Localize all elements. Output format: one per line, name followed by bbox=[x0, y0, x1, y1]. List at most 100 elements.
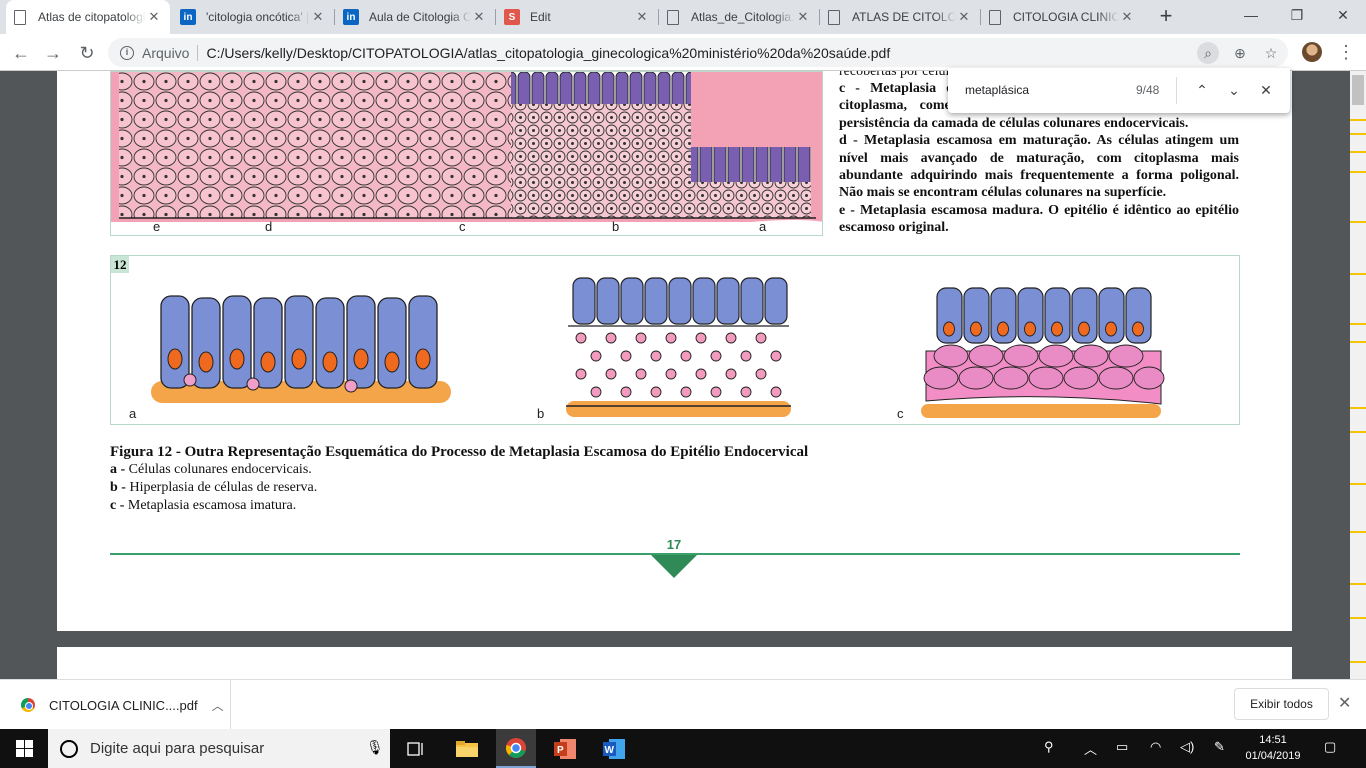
panel-label-b: b bbox=[537, 406, 545, 421]
top-label-e: e bbox=[153, 219, 161, 234]
close-icon[interactable]: ✕ bbox=[146, 9, 162, 25]
find-count: 9/48 bbox=[1136, 83, 1160, 97]
download-item[interactable]: CITOLOGIA CLINIC....pdf ︿ bbox=[0, 680, 231, 730]
file-explorer-icon[interactable] bbox=[448, 729, 486, 768]
close-icon[interactable]: ✕ bbox=[471, 9, 487, 25]
search-hit-marker bbox=[1350, 407, 1366, 409]
tab-citologia-clinica[interactable]: CITOLOGIA CLINICA.pdf ✕ bbox=[981, 0, 1143, 34]
tab-linkedin-citologia[interactable]: in 'citologia oncótica' | LinkedIn ✕ bbox=[172, 0, 334, 34]
bookmark-star-icon[interactable]: ☆ bbox=[1260, 42, 1282, 64]
omnibox-divider bbox=[197, 44, 199, 61]
pdf-next-page bbox=[57, 647, 1292, 679]
new-tab-button[interactable]: + bbox=[1153, 4, 1179, 30]
maximize-button[interactable]: ❐ bbox=[1274, 0, 1320, 30]
address-bar[interactable]: i Arquivo C:/Users/kelly/Desktop/CITOPAT… bbox=[108, 38, 1288, 67]
start-button[interactable] bbox=[0, 729, 48, 768]
panel-label-a: a bbox=[129, 406, 137, 421]
url-text[interactable]: C:/Users/kelly/Desktop/CITOPATOLOGIA/atl… bbox=[206, 45, 890, 61]
find-input[interactable]: metaplásica bbox=[965, 83, 1029, 97]
pdf-scrollbar[interactable] bbox=[1350, 71, 1366, 679]
search-hit-marker bbox=[1350, 483, 1366, 485]
microphone-icon[interactable]: 🎙 bbox=[366, 739, 384, 756]
find-close-button[interactable]: ✕ bbox=[1254, 78, 1278, 102]
system-clock[interactable]: 14:51 01/04/2019 bbox=[1240, 732, 1306, 764]
top-label-d: d bbox=[265, 219, 273, 234]
chrome-taskbar-icon[interactable] bbox=[496, 729, 536, 768]
tab-edit[interactable]: S Edit ✕ bbox=[496, 0, 658, 34]
search-hit-marker bbox=[1350, 151, 1366, 153]
close-icon[interactable]: ✕ bbox=[1119, 9, 1135, 25]
search-hit-marker bbox=[1350, 133, 1366, 135]
find-next-button[interactable]: ⌄ bbox=[1222, 78, 1246, 102]
tab-atlas-de-citologia[interactable]: Atlas_de_Citologia.pdf ✕ bbox=[659, 0, 819, 34]
caption-title: Figura 12 - Outra Representação Esquemát… bbox=[110, 444, 809, 460]
people-icon[interactable]: ⚲ bbox=[1044, 739, 1054, 755]
search-hit-marker bbox=[1350, 617, 1366, 619]
find-bar: metaplásica 9/48 ⌃ ⌄ ✕ bbox=[948, 68, 1290, 113]
scrollbar-thumb[interactable] bbox=[1352, 75, 1364, 105]
forward-button[interactable]: → bbox=[40, 40, 66, 66]
search-hit-marker bbox=[1350, 531, 1366, 533]
document-icon bbox=[14, 9, 26, 25]
tab-linkedin-aula[interactable]: in Aula de Citologia Clínica | LinkedIn … bbox=[335, 0, 495, 34]
find-previous-button[interactable]: ⌃ bbox=[1190, 78, 1214, 102]
notifications-icon[interactable]: ▢ bbox=[1324, 739, 1336, 755]
slideshare-icon: S bbox=[504, 9, 520, 25]
desc-line-d: d - Metaplasia escamosa em maturação. As… bbox=[839, 133, 1239, 201]
linkedin-icon: in bbox=[343, 9, 359, 25]
caption-item-a: a - Células colunares endocervicais. bbox=[110, 462, 312, 477]
search-hit-marker bbox=[1350, 119, 1366, 121]
show-all-downloads-button[interactable]: Exibir todos bbox=[1234, 688, 1329, 720]
battery-icon[interactable]: ▭ bbox=[1116, 739, 1128, 755]
panel-a-drawing bbox=[151, 295, 451, 403]
search-hit-marker bbox=[1350, 431, 1366, 433]
tab-atlas-citologia-upper[interactable]: ATLAS DE CITOLOGIA.pdf ✕ bbox=[820, 0, 980, 34]
epithelium-figure: e d c b a bbox=[110, 71, 823, 236]
panel-label-c: c bbox=[897, 406, 904, 421]
tab-strip: Atlas de citopatologia ginecologica mini… bbox=[0, 0, 1366, 34]
figure-12-illustration bbox=[151, 277, 1165, 418]
profile-avatar[interactable] bbox=[1302, 42, 1322, 62]
taskbar-search[interactable]: Digite aqui para pesquisar 🎙 bbox=[48, 729, 390, 768]
svg-text:W: W bbox=[605, 745, 615, 756]
back-button[interactable]: ← bbox=[8, 40, 34, 66]
download-bar: CITOLOGIA CLINIC....pdf ︿ Exibir todos ✕ bbox=[0, 679, 1366, 730]
search-hit-marker bbox=[1350, 221, 1366, 223]
document-icon bbox=[667, 9, 679, 25]
close-icon[interactable]: ✕ bbox=[956, 9, 972, 25]
document-icon bbox=[828, 9, 840, 25]
chevron-up-icon[interactable]: ︿ bbox=[212, 697, 224, 714]
pen-icon[interactable]: ✎ bbox=[1214, 739, 1225, 755]
word-icon[interactable]: W bbox=[594, 729, 634, 768]
pdf-viewer[interactable]: e d c b a recobertas por células colunar… bbox=[0, 71, 1366, 679]
chevron-up-icon[interactable]: ︿ bbox=[1084, 739, 1097, 758]
find-in-page-icon[interactable]: ⌕ bbox=[1197, 42, 1219, 64]
volume-icon[interactable]: ◁) bbox=[1180, 739, 1194, 755]
more-menu-icon[interactable]: ⋮ bbox=[1336, 41, 1356, 63]
page-number: 17 bbox=[666, 537, 682, 552]
top-label-b: b bbox=[612, 219, 620, 234]
close-icon[interactable]: ✕ bbox=[795, 9, 811, 25]
epithelium-illustration bbox=[111, 72, 822, 222]
powerpoint-icon[interactable]: P bbox=[546, 729, 584, 768]
tab-atlas-pdf[interactable]: Atlas de citopatologia ginecologica mini… bbox=[6, 0, 170, 34]
close-window-button[interactable]: ✕ bbox=[1320, 0, 1366, 30]
close-icon[interactable]: ✕ bbox=[310, 9, 326, 25]
top-label-c: c bbox=[459, 219, 466, 234]
minimize-button[interactable]: — bbox=[1228, 0, 1274, 30]
search-hit-marker bbox=[1350, 583, 1366, 585]
desc-line-e: e - Metaplasia escamosa madura. O epitél… bbox=[839, 202, 1239, 236]
linkedin-icon: in bbox=[180, 9, 196, 25]
info-icon[interactable]: i bbox=[120, 45, 134, 60]
top-label-a: a bbox=[759, 219, 767, 234]
task-view-icon[interactable] bbox=[398, 729, 434, 768]
caption-item-c: c - Metaplasia escamosa imatura. bbox=[110, 498, 297, 513]
document-icon bbox=[989, 9, 1001, 25]
reload-button[interactable]: ↻ bbox=[74, 40, 100, 66]
search-hit-marker bbox=[1350, 341, 1366, 343]
close-download-bar-icon[interactable]: ✕ bbox=[1338, 693, 1351, 713]
zoom-icon[interactable]: ⊕ bbox=[1229, 42, 1251, 64]
cortana-icon bbox=[60, 739, 78, 758]
close-icon[interactable]: ✕ bbox=[634, 9, 650, 25]
wifi-icon[interactable]: ◠ bbox=[1150, 739, 1161, 755]
